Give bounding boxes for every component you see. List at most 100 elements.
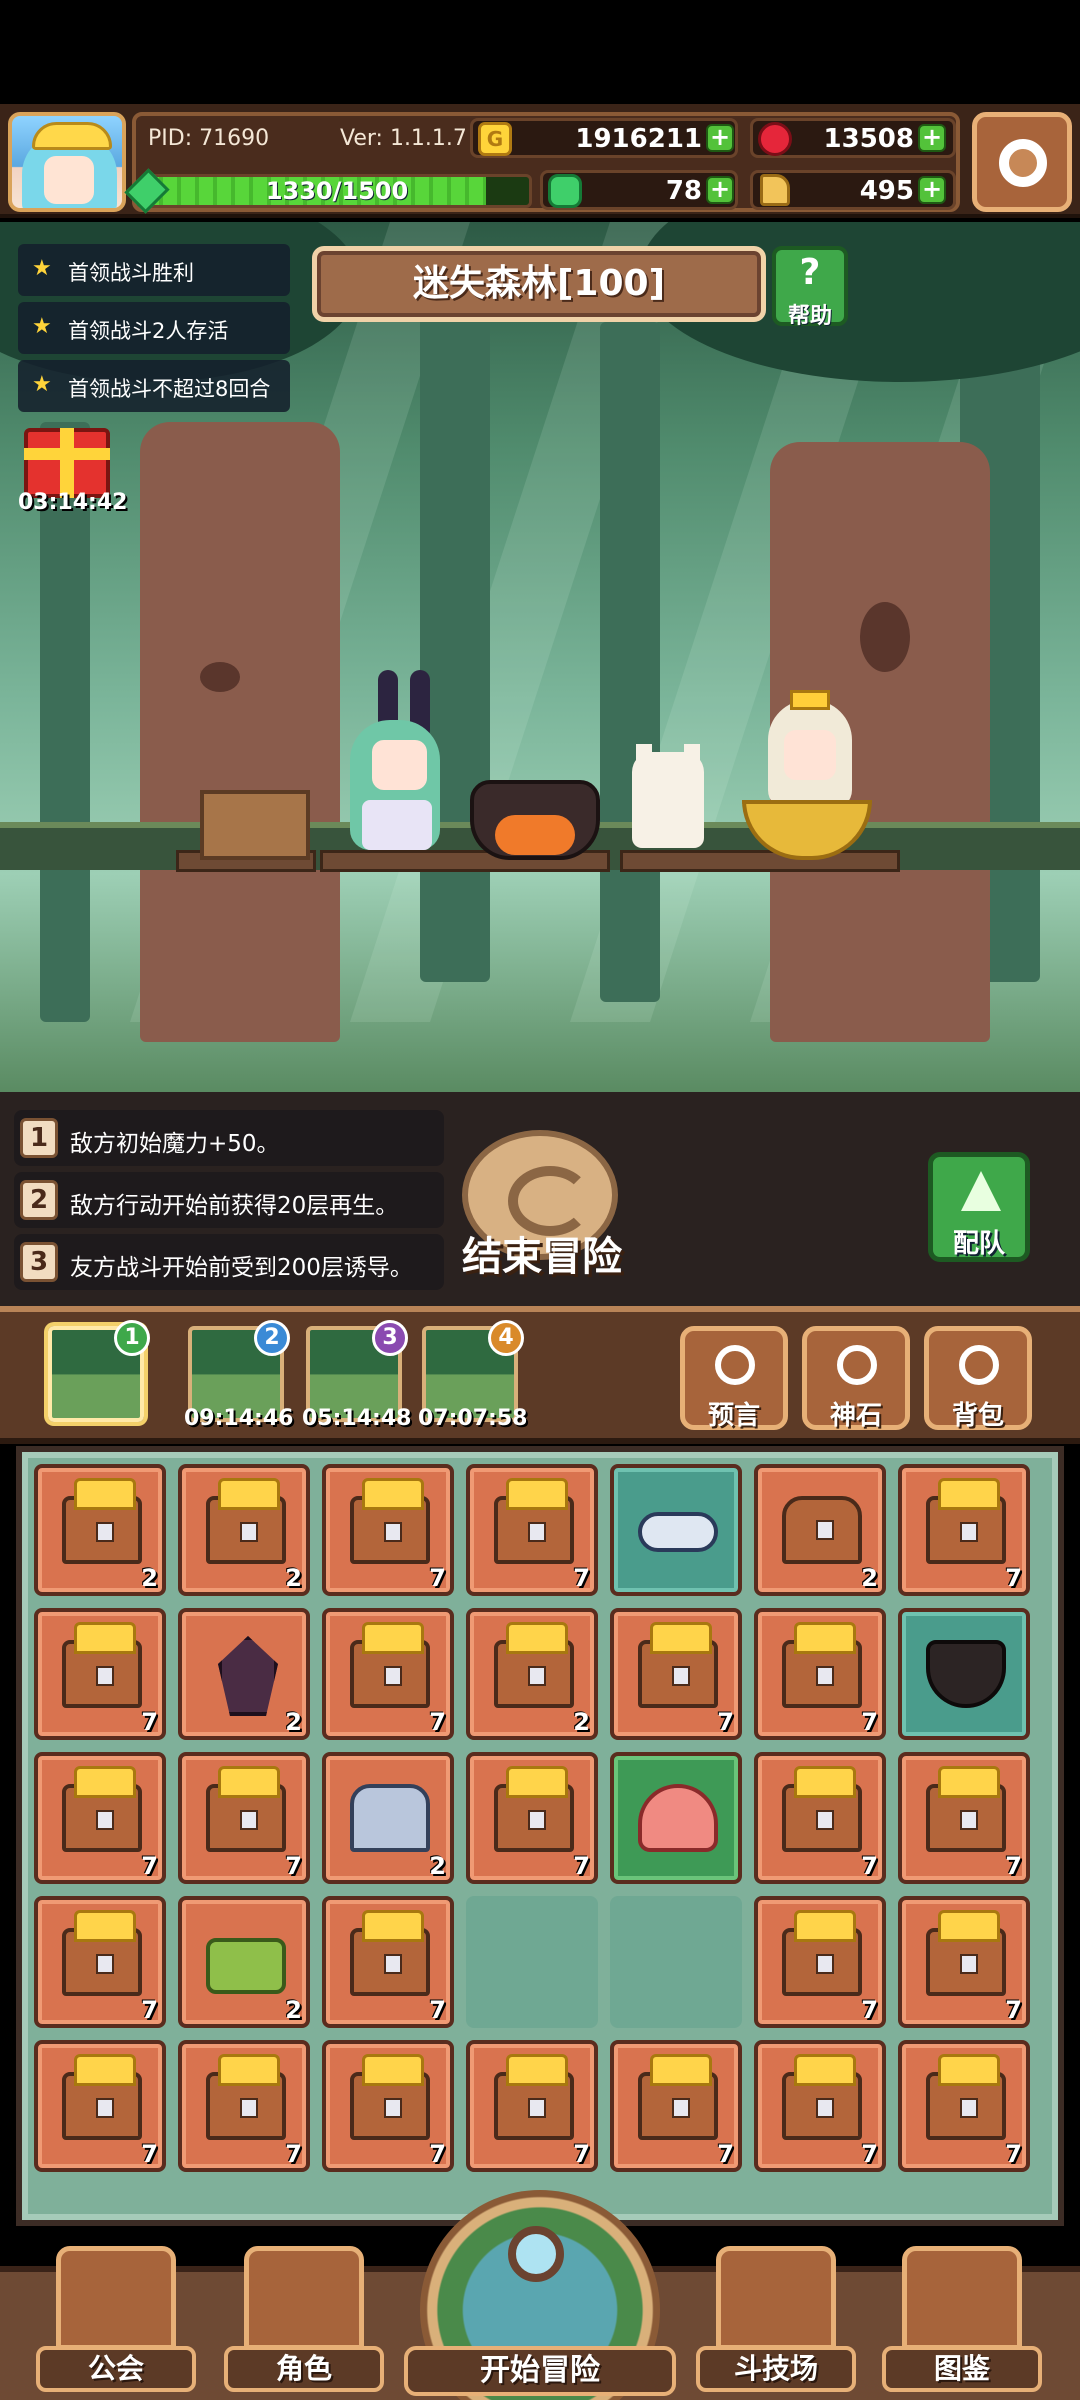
- star-icon: ★: [32, 256, 52, 281]
- item-count: 7: [717, 2140, 734, 2168]
- quest-item: ★ 首领战斗不超过8回合: [18, 360, 290, 412]
- gold-chest-icon: [926, 1910, 1006, 1996]
- settings-button[interactable]: [972, 112, 1072, 212]
- inventory-slot[interactable]: 7: [610, 1608, 742, 1740]
- quest-text: 首领战斗不超过8回合: [68, 377, 271, 401]
- inventory-slot[interactable]: 7: [754, 1608, 886, 1740]
- inventory-slot[interactable]: 7: [610, 2040, 742, 2172]
- team-button[interactable]: 配队: [928, 1152, 1030, 1262]
- item-count: 7: [573, 2140, 590, 2168]
- boots-amount: 495: [859, 176, 914, 206]
- backpack-icon: [959, 1345, 999, 1385]
- prophecy-button[interactable]: 预言: [680, 1326, 788, 1431]
- inventory-slot[interactable]: 2: [754, 1464, 886, 1596]
- item-count: 7: [429, 1708, 446, 1736]
- inventory-slot[interactable]: 7: [898, 1896, 1030, 2028]
- inventory-slot[interactable]: 7: [34, 1608, 166, 1740]
- closed-chest-icon: [782, 1496, 862, 1564]
- add-gold-button[interactable]: +: [706, 124, 734, 152]
- scroll-icon: [638, 1512, 718, 1552]
- inventory-slot[interactable]: [898, 1608, 1030, 1740]
- add-gems-button[interactable]: +: [918, 124, 946, 152]
- quest-item: ★ 首领战斗胜利: [18, 244, 290, 296]
- gold-coin-icon: G: [478, 122, 512, 156]
- inventory-slot[interactable]: 2: [466, 1608, 598, 1740]
- stamina-text: 1330/1500: [265, 177, 409, 205]
- inventory-slot[interactable]: 7: [34, 1896, 166, 2028]
- inventory-slot[interactable]: 7: [466, 2040, 598, 2172]
- backpack-button[interactable]: 背包: [924, 1326, 1032, 1431]
- avatar-hat: [32, 122, 112, 150]
- clover-icon: [548, 174, 582, 208]
- inventory-slot[interactable]: 7: [754, 2040, 886, 2172]
- inventory-slot[interactable]: 7: [754, 1896, 886, 2028]
- item-count: 7: [861, 1996, 878, 2024]
- gold-chest-icon: [350, 1478, 430, 1564]
- nav-codex-label: 图鉴: [882, 2346, 1042, 2392]
- gold-chest-icon: [206, 1766, 286, 1852]
- quest-text: 首领战斗胜利: [68, 261, 194, 285]
- magnifier-icon: [508, 2226, 564, 2282]
- inventory-slot[interactable]: 7: [178, 1752, 310, 1884]
- inventory-slot[interactable]: 2: [34, 1464, 166, 1596]
- gold-chest-icon: [782, 1622, 862, 1708]
- gold-chest-icon: [350, 1622, 430, 1708]
- inventory-slot[interactable]: 7: [466, 1464, 598, 1596]
- inventory-slot[interactable]: 7: [898, 1464, 1030, 1596]
- inventory-slot[interactable]: [610, 1752, 742, 1884]
- item-count: 7: [1005, 1564, 1022, 1592]
- nav-arena[interactable]: 斗技场: [696, 2246, 856, 2396]
- crown-icon: [790, 690, 830, 710]
- quest-item: ★ 首领战斗2人存活: [18, 302, 290, 354]
- inventory-slot[interactable]: 7: [34, 1752, 166, 1884]
- inventory-slot[interactable]: 7: [178, 2040, 310, 2172]
- quest-text: 首领战斗2人存活: [68, 319, 229, 343]
- player-avatar[interactable]: [8, 112, 126, 212]
- inventory-slot[interactable]: 7: [898, 1752, 1030, 1884]
- modifier-row: 3 友方战斗开始前受到200层诱导。: [14, 1234, 444, 1290]
- gold-chest-icon: [638, 1622, 718, 1708]
- gift-box-icon[interactable]: [24, 428, 110, 498]
- inventory-slot[interactable]: 7: [898, 2040, 1030, 2172]
- nav-character[interactable]: 角色: [224, 2246, 384, 2396]
- inventory-slot[interactable]: 7: [322, 1608, 454, 1740]
- help-button[interactable]: ? 帮助: [772, 246, 848, 329]
- inventory-slot[interactable]: 2: [322, 1752, 454, 1884]
- godstone-button[interactable]: 神石: [802, 1326, 910, 1431]
- inventory-slot[interactable]: 2: [178, 1896, 310, 2028]
- item-count: 7: [573, 1852, 590, 1880]
- modifier-row: 2 敌方行动开始前获得20层再生。: [14, 1172, 444, 1228]
- star-icon: ★: [32, 372, 52, 397]
- slime-icon: [638, 1784, 718, 1852]
- item-count: 2: [285, 1996, 302, 2024]
- gold-chest-icon: [62, 1766, 142, 1852]
- stage-tab-1[interactable]: 1: [48, 1320, 150, 1422]
- item-count: 7: [429, 1996, 446, 2024]
- godstone-icon: [837, 1345, 877, 1385]
- stage-tab-badge: 1: [114, 1320, 150, 1356]
- inventory-slot[interactable]: [610, 1464, 742, 1596]
- stage-tab-timer: 05:14:48: [302, 1406, 412, 1431]
- left-tree: [140, 422, 340, 1042]
- silver-chest-icon: [350, 1784, 430, 1852]
- nav-start-adventure[interactable]: 开始冒险: [404, 2190, 676, 2400]
- inventory-slot[interactable]: 2: [178, 1608, 310, 1740]
- inventory-slot[interactable]: 7: [322, 1896, 454, 2028]
- inventory-slot[interactable]: 7: [466, 1752, 598, 1884]
- boot-icon: [760, 174, 790, 206]
- modifier-text: 敌方初始魔力+50。: [70, 1131, 280, 1157]
- inventory-slot[interactable]: 2: [178, 1464, 310, 1596]
- nav-codex[interactable]: 图鉴: [882, 2246, 1042, 2396]
- nav-guild[interactable]: 公会: [36, 2246, 196, 2396]
- add-clover-button[interactable]: +: [706, 176, 734, 204]
- gold-chest-icon: [926, 1766, 1006, 1852]
- add-boots-button[interactable]: +: [918, 176, 946, 204]
- backpack-label: 背包: [951, 1401, 1004, 1431]
- inventory-slot[interactable]: 7: [322, 1464, 454, 1596]
- inventory-slot[interactable]: 7: [322, 2040, 454, 2172]
- inventory-slot[interactable]: 7: [34, 2040, 166, 2172]
- inventory-slot[interactable]: 7: [754, 1752, 886, 1884]
- gold-chest-icon: [62, 1910, 142, 1996]
- item-count: 7: [141, 1708, 158, 1736]
- end-adventure-button[interactable]: 结束冒险: [452, 1224, 632, 1282]
